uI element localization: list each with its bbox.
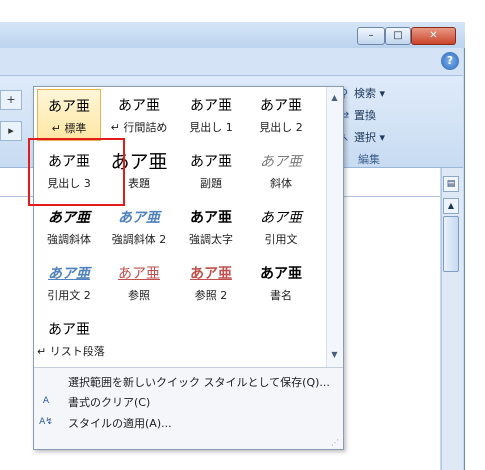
style-item[interactable]: あア亜強調斜体 2 [107, 201, 171, 253]
style-item[interactable]: あア亜参照 2 [179, 257, 243, 309]
style-sample: あア亜 [118, 266, 160, 282]
replace-label: 置換 [354, 109, 376, 122]
style-name: ↵ リスト段落 [37, 345, 105, 358]
maximize-button[interactable]: □ [385, 27, 411, 45]
editing-group-label: 編集 [358, 153, 380, 166]
apply-styles-label: スタイルの適用(A)... [68, 417, 172, 430]
style-name: 参照 [128, 289, 150, 302]
save-quick-style-item[interactable]: 選択範囲を新しいクイック スタイルとして保存(Q)... [34, 371, 343, 391]
style-name: 見出し 2 [259, 121, 303, 134]
style-item[interactable]: あア亜 引用文 [249, 201, 313, 253]
style-item[interactable]: あア亜 斜体 [249, 145, 313, 197]
gallery-scroll-up-icon[interactable]: ▲ [326, 90, 343, 106]
style-name: ↵ 標準 [51, 122, 87, 135]
save-style-icon [38, 373, 54, 389]
clear-formatting-item[interactable]: A 書式のクリア(C) [34, 391, 343, 411]
style-name: 見出し 1 [189, 121, 233, 134]
style-name: 参照 2 [194, 289, 228, 302]
style-item[interactable]: あア亜 副題 [179, 145, 243, 197]
style-sample: あア亜 [48, 322, 90, 338]
style-name: 強調斜体 [47, 233, 91, 246]
gallery-scrollbar[interactable] [326, 87, 343, 367]
style-item[interactable]: あア亜 参照 [107, 257, 171, 309]
select-button[interactable]: ↖ 選択 ▾ [340, 129, 385, 146]
style-item[interactable]: あア亜 ↵ 標準 [37, 89, 101, 141]
style-item[interactable]: あア亜 強調斜体 [37, 201, 101, 253]
style-sample: あア亜 [190, 266, 232, 282]
apply-style-icon: A↯ [39, 417, 53, 427]
resize-grip-icon[interactable]: ⋰ [331, 438, 341, 448]
apply-styles-item[interactable]: A↯ スタイルの適用(A)... [34, 412, 343, 432]
close-button[interactable]: ✕ [411, 27, 456, 45]
highlight-annotation [28, 138, 125, 206]
gallery-scroll-down-icon[interactable]: ▼ [326, 347, 343, 363]
style-name: 書名 [270, 289, 292, 302]
replace-button[interactable]: ⇄ 置換 [340, 107, 376, 124]
style-item[interactable]: あア亜見出し 2 [249, 89, 313, 141]
style-sample: あア亜 [260, 210, 302, 226]
scroll-thumb[interactable] [443, 216, 459, 272]
style-name: 強調斜体 2 [111, 233, 167, 246]
style-item[interactable]: あア亜引用文 2 [37, 257, 101, 309]
style-name: 副題 [200, 177, 222, 190]
help-icon[interactable]: ? [441, 52, 459, 70]
ribbon-left-button-top[interactable]: + [0, 90, 22, 110]
style-name: 引用文 2 [47, 289, 91, 302]
styles-grid: あア亜 ↵ 標準 あア亜 ↵ 行間詰め あア亜 見出し 1 あア亜 見出し 2 あア亜 見出し 3… [34, 87, 326, 367]
style-sample: あア亜 [260, 266, 302, 282]
style-sample: あア亜 [190, 98, 232, 114]
style-sample: あア亜 [118, 98, 160, 114]
find-label: 検索 [354, 87, 376, 100]
style-item[interactable]: あア亜見出し 1 [179, 89, 243, 141]
find-button[interactable]: ⚲ 検索 ▾ [340, 85, 385, 102]
style-sample: あア亜 [190, 154, 232, 170]
style-sample: あア亜 [190, 210, 232, 226]
style-name: ↵ 行間詰め [110, 121, 168, 134]
ribbon-tab-strip [0, 48, 463, 76]
style-item[interactable]: あア亜 ↵ リスト段落 [37, 313, 105, 365]
clear-formatting-label: 書式のクリア(C) [68, 396, 151, 409]
select-label: 選択 [354, 131, 376, 144]
style-sample: あア亜 [48, 266, 90, 282]
style-item[interactable]: あア亜 書名 [249, 257, 313, 309]
style-item[interactable]: あア亜 ↵ 行間詰め [107, 89, 171, 141]
clear-format-icon: A [42, 396, 50, 406]
style-sample: あア亜 [260, 154, 302, 170]
scroll-up-arrow-icon[interactable]: ▲ [443, 198, 459, 214]
style-sample: あア亜 [48, 210, 90, 226]
style-name: 強調太字 [189, 233, 233, 246]
minimize-button[interactable]: – [357, 27, 385, 45]
save-quick-style-label: 選択範囲を新しいクイック スタイルとして保存(Q)... [68, 376, 330, 389]
style-sample: あア亜 [118, 210, 160, 226]
style-item[interactable]: あア亜 強調太字 [179, 201, 243, 253]
ribbon-left-button-bottom[interactable]: ▸ [0, 121, 22, 141]
style-name: 引用文 [264, 233, 298, 246]
ruler-toggle-icon[interactable]: ▤ [443, 176, 459, 192]
style-sample: あア亜 [48, 99, 90, 115]
style-name: 斜体 [270, 177, 292, 190]
style-sample: あア亜 [260, 98, 302, 114]
